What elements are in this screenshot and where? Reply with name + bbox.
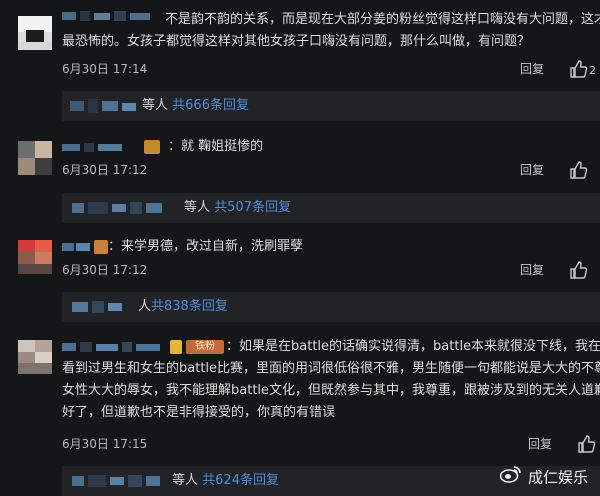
comment-date: 6月30日 17:12 [62, 163, 148, 177]
comment-body: 来学男德，改过自新，洗刷罪孽 [121, 239, 304, 254]
svg-text:2: 2 [589, 64, 596, 77]
reply-button[interactable]: 回复 [520, 160, 544, 180]
comment-meta: 6月30日 17:14 回复 2 [62, 59, 600, 79]
comment-text-line: 看到过男生和女生的battle比赛，里面的用词很低俗很不雅，男生随便一句都能说是… [62, 361, 600, 376]
comment-date: 6月30日 17:14 [62, 62, 148, 76]
sub-reply-prefix: 人 [138, 299, 152, 314]
sub-reply-prefix: 等人 [172, 473, 199, 488]
sub-reply-count-link[interactable]: 共624条回复 [202, 473, 279, 488]
like-icon[interactable] [568, 260, 596, 280]
sub-reply-count-link[interactable]: 共838条回复 [151, 299, 228, 314]
avatar[interactable] [18, 141, 52, 175]
sub-reply-prefix: 等人 [142, 98, 169, 113]
like-icon[interactable] [576, 434, 600, 454]
comment-text-line: 好了，但道歉也不是非得接受的，你真的有错误 [62, 405, 336, 420]
comment-date: 6月30日 17:12 [62, 263, 148, 277]
comment-text: ：如果是在battle的话确实说得清，battle本来就很没下线，我在b 看到过… [62, 336, 600, 424]
sub-reply-count-link[interactable]: 共666条回复 [172, 98, 249, 113]
watermark-text: 成仁娱乐 [527, 468, 588, 487]
sub-reply-count-link[interactable]: 共507条回复 [214, 200, 291, 215]
sub-reply-summary[interactable]: 等人 共666条回复 [142, 91, 249, 121]
comment-text: ：就 鞠姐挺惨的 [168, 139, 264, 154]
comment-text: ：来学男德，改过自新，洗刷罪孽 [108, 239, 304, 254]
avatar[interactable] [18, 16, 52, 50]
comment-meta: 6月30日 17:12 回复 [62, 160, 600, 180]
comment-text-line: 如果是在battle的话确实说得清，battle本来就很没下线，我在b [239, 339, 600, 354]
weibo-logo-icon [499, 465, 522, 490]
avatar[interactable] [18, 340, 52, 374]
sub-replies[interactable]: 人共838条回复 [62, 292, 600, 322]
sub-reply-summary[interactable]: 等人 共624条回复 [172, 466, 279, 496]
reply-button[interactable]: 回复 [520, 59, 544, 79]
reply-button[interactable]: 回复 [528, 434, 552, 454]
like-icon[interactable] [568, 160, 596, 180]
sub-reply-summary[interactable]: 人共838条回复 [138, 292, 228, 322]
sub-replies[interactable]: 等人 共666条回复 [62, 91, 600, 121]
sub-replies[interactable]: 等人 共507条回复 [62, 193, 600, 223]
comment-text-line: 最恐怖的。女孩子都觉得这样对其他女孩子口嗨没有问题，那什么叫做，有问题？ [62, 34, 531, 49]
comment-text-line: 女性大大的辱女，我不能理解battle文化，但既然参与其中，我尊重，跟被涉及到的… [62, 383, 600, 398]
sub-reply-summary[interactable]: 等人 共507条回复 [184, 193, 291, 223]
comment-body: 就 鞠姐挺惨的 [181, 139, 264, 154]
comment-text-line: 不是韵不韵的关系，而是现在大部分姜的粉丝觉得这样口嗨没有大问题，这才 [165, 12, 600, 27]
comment-date: 6月30日 17:15 [62, 437, 148, 451]
watermark: 成仁娱乐 [499, 465, 588, 490]
sub-reply-prefix: 等人 [184, 200, 211, 215]
reply-button[interactable]: 回复 [520, 260, 544, 280]
comment-meta: 6月30日 17:12 回复 [62, 260, 600, 280]
comment-text: 不是韵不韵的关系，而是现在大部分姜的粉丝觉得这样口嗨没有大问题，这才 最恐怖的。… [62, 9, 600, 53]
comment-meta: 6月30日 17:15 回复 [62, 434, 600, 454]
like-icon[interactable]: 2 [568, 59, 596, 79]
avatar[interactable] [18, 240, 52, 274]
